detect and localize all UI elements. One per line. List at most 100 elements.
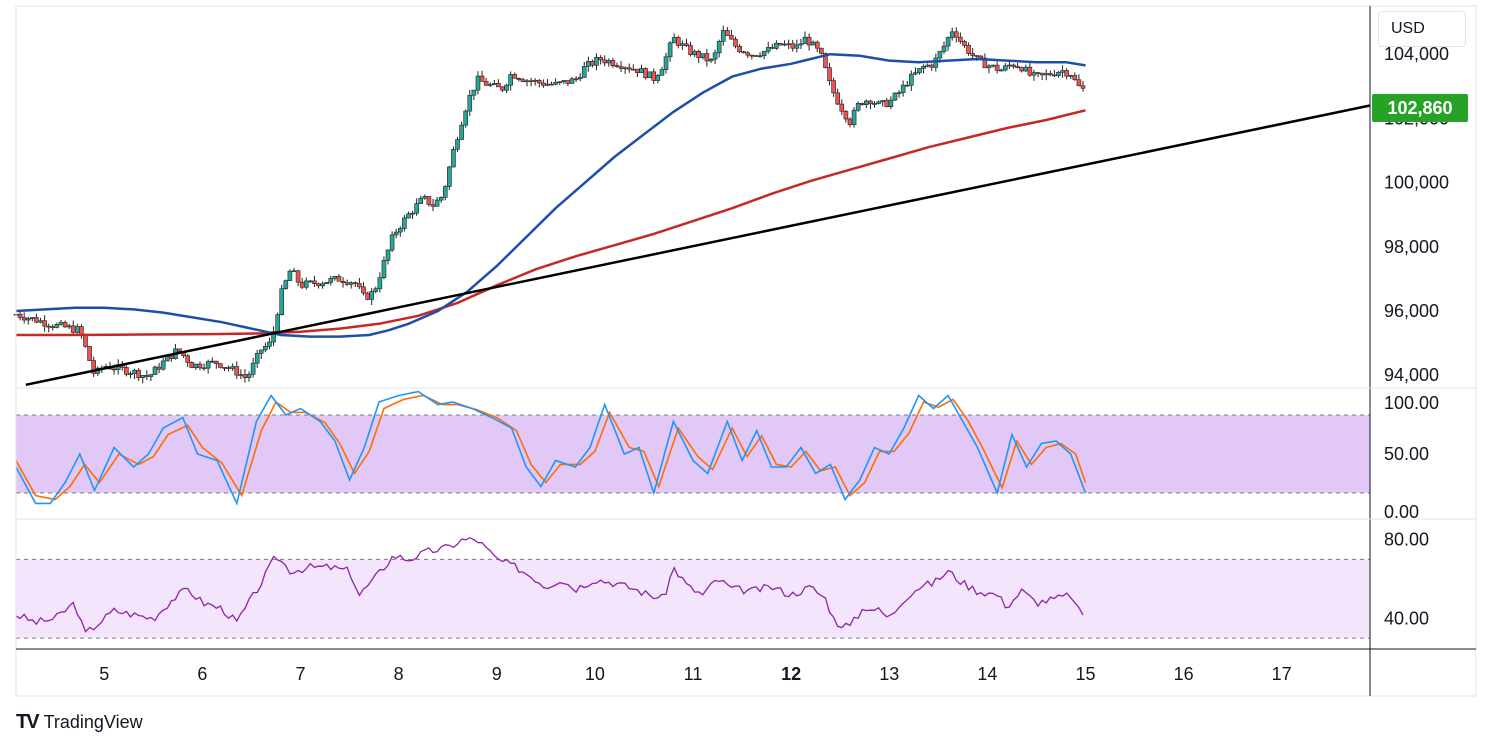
candle-body [132, 369, 137, 374]
candle-body [712, 52, 718, 60]
candle-body [643, 68, 648, 79]
candle-body [790, 43, 796, 49]
candle-body [197, 363, 203, 369]
candle-body [483, 81, 489, 86]
candle-body [1056, 71, 1061, 76]
candle-body [532, 80, 538, 82]
candle-body [900, 84, 906, 93]
candle-body [402, 217, 407, 229]
candle-body [70, 325, 76, 333]
date-tick-label: 6 [197, 664, 207, 684]
stochastic-axis[interactable]: 0.00 50.00 100.00 [1384, 393, 1439, 522]
candle-body [62, 322, 68, 328]
stochastic-band [16, 415, 1370, 493]
candle-body [941, 45, 947, 52]
candle-body [418, 197, 424, 204]
candle-body [802, 36, 808, 45]
candle-body [218, 363, 223, 368]
candle-body [536, 80, 542, 84]
candle-body [667, 42, 673, 58]
candle-body [786, 43, 791, 46]
candle-body [696, 51, 702, 58]
candle-body [680, 43, 685, 46]
candle-body [75, 326, 80, 333]
candle-body [410, 212, 415, 215]
candle-body [757, 55, 763, 58]
currency-label: USD [1391, 20, 1425, 37]
candle-body [1003, 65, 1008, 71]
date-tick-label: 9 [492, 664, 502, 684]
candle-body [152, 366, 158, 375]
candle-body [385, 249, 391, 261]
time-axis[interactable]: 5 6 7 8 9 10 11 12 13 14 15 16 17 [99, 664, 1291, 684]
candle-body [819, 47, 824, 54]
date-tick-label: 12 [781, 664, 801, 684]
candle-body [581, 66, 587, 78]
candle-body [54, 323, 60, 328]
rsi-pane[interactable] [15, 536, 1370, 639]
candle-body [344, 282, 350, 285]
candle-body [463, 110, 468, 126]
candle-body [671, 37, 677, 44]
tradingview-logo-icon: TV [16, 711, 40, 733]
candle-body [193, 363, 199, 368]
candle-body [573, 78, 579, 81]
candle-body [639, 68, 644, 74]
candle-body [933, 57, 939, 68]
candle-body [524, 80, 530, 83]
candle-body [487, 84, 493, 86]
price-pane[interactable] [13, 25, 1371, 387]
candle-body [365, 292, 370, 300]
date-tick-label: 7 [296, 664, 306, 684]
candle-body [569, 78, 575, 84]
candle-body [958, 36, 963, 42]
candle-body [974, 55, 980, 57]
candle-body [459, 124, 464, 140]
candle-body [189, 362, 195, 368]
candle-body [1052, 74, 1057, 77]
candle-body [749, 54, 755, 57]
candle-body [553, 82, 558, 85]
candle-body [128, 373, 133, 375]
candle-body [205, 361, 211, 369]
candle-body [312, 280, 317, 284]
candle-body [966, 44, 971, 54]
currency-selector[interactable]: USD [1378, 11, 1466, 47]
candle-body [835, 92, 841, 105]
candle-body [397, 228, 403, 233]
candle-body [598, 57, 603, 61]
candle-body [140, 375, 146, 378]
candle-body [222, 367, 227, 369]
candle-body [214, 360, 219, 364]
candle-body [635, 68, 640, 74]
stochastic-pane[interactable] [15, 390, 1370, 506]
candle-body [336, 276, 342, 282]
candle-body [381, 260, 387, 278]
candle-body [209, 360, 215, 363]
rsi-band [16, 559, 1370, 639]
candle-body [438, 197, 444, 201]
candle-body [303, 280, 309, 288]
brand-name: TradingView [43, 712, 143, 732]
candle-body [745, 52, 751, 56]
candle-body [1031, 72, 1037, 76]
candle-body [422, 196, 428, 199]
tradingview-branding[interactable]: TV TradingView [16, 711, 143, 734]
candle-body [565, 80, 571, 84]
candle-body [663, 56, 669, 70]
candle-body [144, 375, 150, 377]
candle-body [614, 65, 620, 67]
rsi-axis[interactable]: 40.00 80.00 [1384, 530, 1429, 629]
chart-canvas[interactable]: 94,00096,00098,000100,000102,000104,000 … [0, 0, 1491, 750]
candle-body [990, 64, 996, 67]
candle-body [516, 77, 522, 80]
candle-body [250, 362, 256, 375]
candle-body [647, 71, 652, 79]
date-tick-label: 5 [99, 664, 109, 684]
candle-body [42, 320, 47, 327]
date-tick-label: 15 [1075, 664, 1095, 684]
candle-body [185, 355, 191, 363]
candle-body [590, 61, 595, 66]
candle-body [720, 30, 726, 42]
candle-body [136, 369, 141, 378]
